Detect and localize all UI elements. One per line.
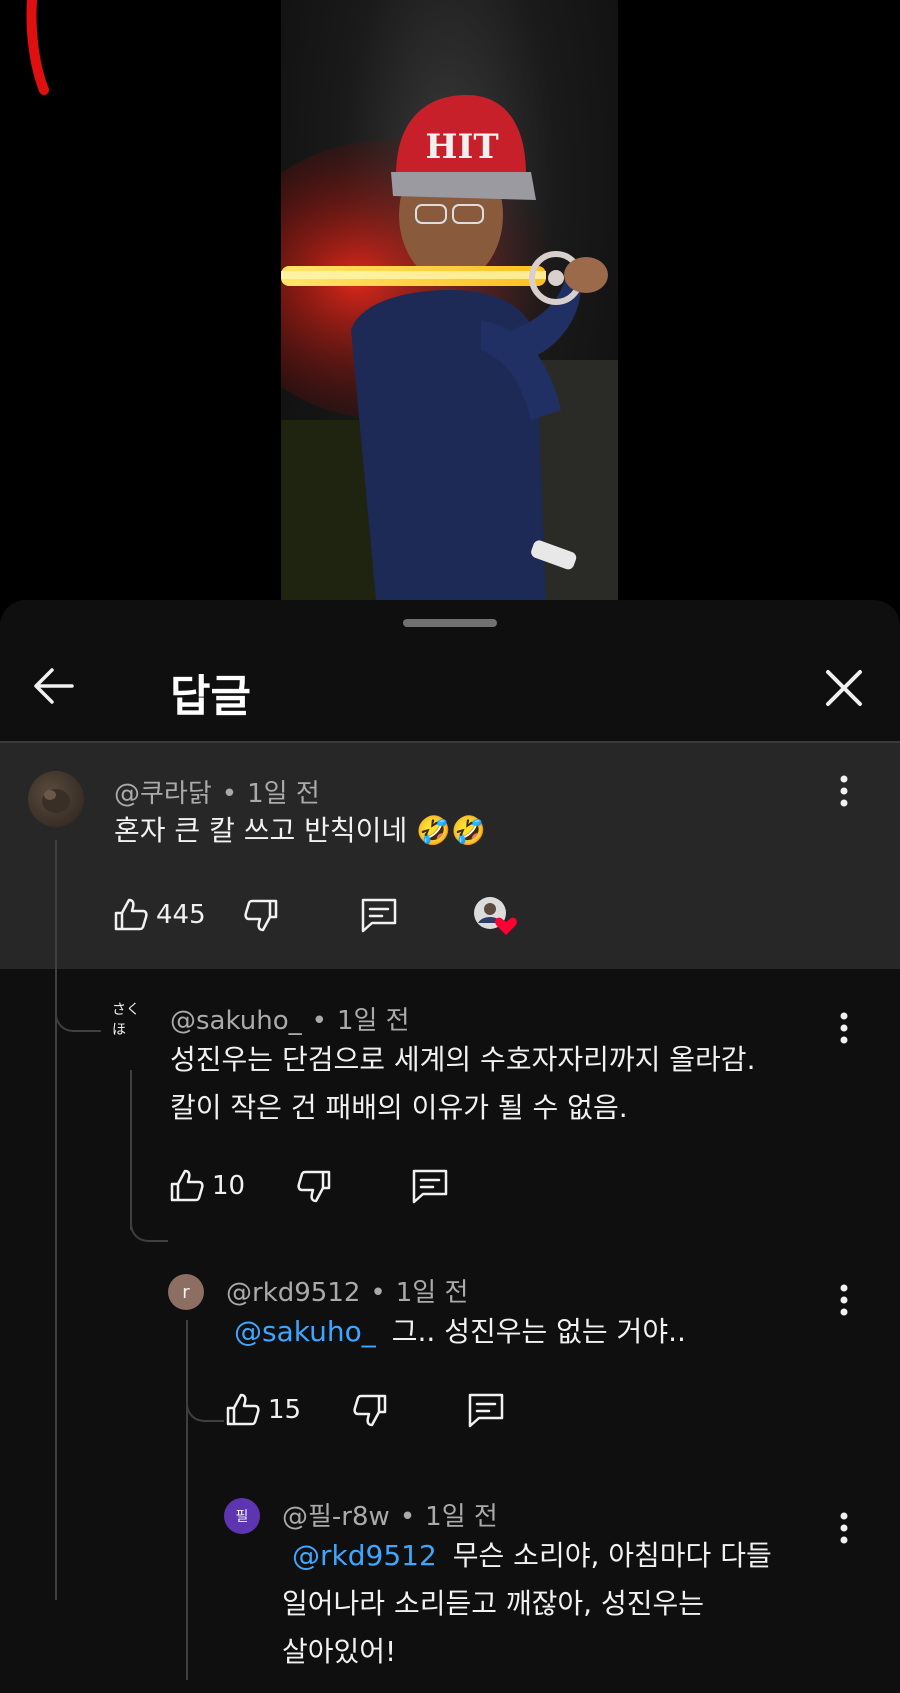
- comment-text-body: 그.. 성진우는 없는 거야..: [391, 1315, 686, 1348]
- comment-time: 1일 전: [425, 1502, 498, 1532]
- cap-text: HIT: [425, 127, 498, 167]
- like-button[interactable]: 10: [168, 1167, 245, 1205]
- thumbs-up-icon: [226, 1393, 260, 1426]
- arrow-left-icon: [34, 668, 74, 704]
- comment: @쿠라닭 • 1일 전 혼자 큰 칼 쓰고 반칙이네 🤣🤣 445: [0, 743, 900, 969]
- avatar[interactable]: r: [168, 1274, 204, 1310]
- comment-actions: 10: [168, 1166, 451, 1206]
- video-scene: HIT: [281, 95, 618, 600]
- comment-text-line: 살아있어!: [282, 1635, 397, 1668]
- comment-author[interactable]: @쿠라닭: [114, 779, 212, 809]
- comment-meta: @쿠라닭 • 1일 전: [114, 773, 320, 810]
- thumbs-down-icon: [353, 1394, 387, 1427]
- thumbs-down-icon: [244, 899, 277, 932]
- video-frame: HIT: [281, 0, 618, 600]
- avatar-text: 필: [235, 1509, 249, 1525]
- dislike-button[interactable]: [351, 1391, 389, 1429]
- comment-text: @sakuho_ 그.. 성진우는 없는 거야..: [234, 1308, 686, 1356]
- more-options-button[interactable]: [834, 1008, 854, 1052]
- reply-button[interactable]: [465, 1390, 507, 1430]
- reply-comment: 필 @필-r8w • 1일 전 @rkd9512 무슨 소리야, 아침마다 다들 일어…: [0, 1496, 900, 1693]
- comment-time: 1일 전: [336, 1006, 410, 1036]
- meta-separator: •: [311, 1006, 327, 1036]
- sheet-header: 답글: [0, 630, 900, 740]
- comment-time: 1일 전: [247, 779, 320, 809]
- mention-link[interactable]: @rkd9512: [292, 1539, 437, 1572]
- comment-text-line: 일어나라 소리듣고 깨잖아, 성진우는: [282, 1587, 705, 1620]
- reply-comment: さくほ @sakuho_ • 1일 전 성진우는 단검으로 세계의 수호자자리까지 …: [0, 1000, 900, 1260]
- comment-icon: [412, 1169, 448, 1204]
- comment-text: 혼자 큰 칼 쓰고 반칙이네 🤣🤣: [114, 814, 486, 847]
- avatar[interactable]: さくほ: [112, 1002, 152, 1038]
- more-vert-icon: [840, 1512, 848, 1544]
- more-options-button[interactable]: [834, 1280, 854, 1324]
- comment-icon: [361, 898, 396, 933]
- back-button[interactable]: [28, 658, 88, 714]
- more-options-button[interactable]: [834, 771, 854, 815]
- comment-text: @rkd9512 무슨 소리야, 아침마다 다들 일어나라 소리듣고 깨잖아, 성…: [282, 1532, 862, 1676]
- thumbs-up-icon: [114, 898, 148, 931]
- dislike-button[interactable]: [295, 1167, 333, 1205]
- comment-author[interactable]: @sakuho_: [170, 1006, 302, 1036]
- like-count: 15: [268, 1395, 302, 1425]
- dislike-button[interactable]: [242, 896, 280, 934]
- drawn-red-stroke: [26, 0, 49, 95]
- comment-text: 성진우는 단검으로 세계의 수호자자리까지 올라감. 칼이 작은 건 패배의 이…: [170, 1036, 755, 1132]
- reply-button[interactable]: [358, 895, 400, 935]
- avatar-text: r: [182, 1281, 190, 1303]
- reply-comment: r @rkd9512 • 1일 전 @sakuho_ 그.. 성진우는 없는 거야..…: [0, 1272, 900, 1472]
- comment-meta: @rkd9512 • 1일 전: [226, 1272, 468, 1309]
- creator-heart: [470, 893, 520, 937]
- more-vert-icon: [840, 775, 848, 807]
- drag-handle[interactable]: [403, 619, 497, 627]
- video-player[interactable]: HIT: [0, 0, 900, 600]
- close-icon: [826, 670, 862, 706]
- meta-separator: •: [399, 1502, 416, 1532]
- like-count: 445: [156, 900, 206, 930]
- sheet-title: 답글: [170, 671, 251, 722]
- more-vert-icon: [840, 1284, 848, 1316]
- avatar[interactable]: [28, 771, 84, 827]
- replies-sheet: 답글 @쿠라닭 • 1일 전 혼자 큰 칼 쓰고 반칙이네 🤣🤣 445 さくほ…: [0, 600, 900, 1693]
- comment-author[interactable]: @rkd9512: [226, 1278, 360, 1308]
- comment-time: 1일 전: [395, 1278, 469, 1308]
- comment-text-line: 성진우는 단검으로 세계의 수호자자리까지 올라감.: [170, 1043, 756, 1076]
- avatar-text: さくほ: [112, 1002, 140, 1038]
- comment-author[interactable]: @필-r8w: [282, 1502, 390, 1532]
- thumbs-up-icon: [170, 1169, 204, 1202]
- more-vert-icon: [840, 1012, 848, 1044]
- comment-icon: [468, 1393, 504, 1428]
- comment-meta: @필-r8w • 1일 전: [282, 1496, 498, 1533]
- comment-text-line: 무슨 소리야, 아침마다 다들: [452, 1539, 772, 1572]
- thumbs-down-icon: [297, 1170, 331, 1203]
- avatar[interactable]: 필: [224, 1498, 260, 1534]
- comment-actions: 15: [224, 1390, 507, 1430]
- comment-meta: @sakuho_ • 1일 전: [170, 1000, 410, 1037]
- meta-separator: •: [370, 1278, 386, 1308]
- mention-link[interactable]: @sakuho_: [234, 1315, 376, 1348]
- more-options-button[interactable]: [834, 1508, 854, 1552]
- creator-heart-icon: [473, 897, 517, 935]
- reply-button[interactable]: [409, 1166, 451, 1206]
- avatar-image: [42, 789, 70, 813]
- close-button[interactable]: [816, 660, 872, 716]
- comment-actions: 445: [112, 893, 520, 937]
- like-count: 10: [212, 1171, 246, 1201]
- meta-separator: •: [221, 779, 238, 809]
- like-button[interactable]: 15: [224, 1391, 301, 1429]
- comment-text-line: 칼이 작은 건 패배의 이유가 될 수 없음.: [170, 1091, 628, 1124]
- like-button[interactable]: 445: [112, 896, 206, 934]
